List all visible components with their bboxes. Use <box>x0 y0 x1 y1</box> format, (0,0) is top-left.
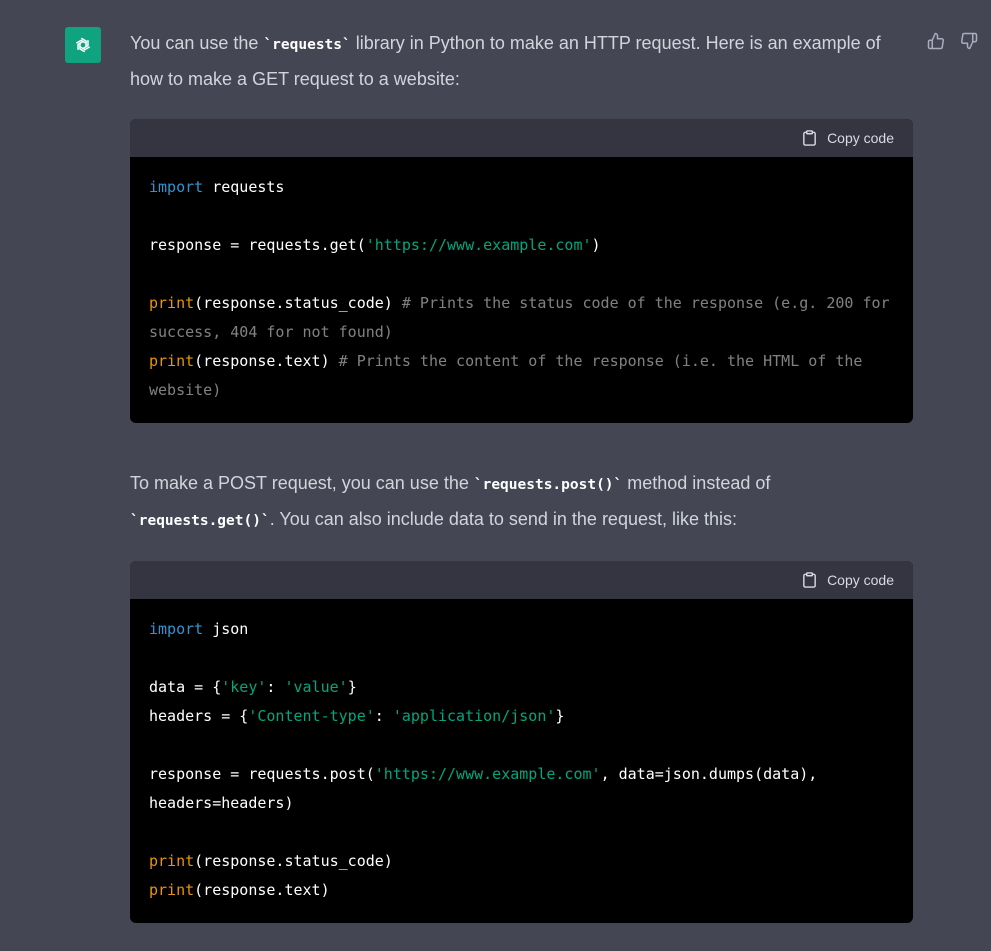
keyword: import <box>149 620 204 638</box>
code-text: response = requests.post( <box>149 765 375 783</box>
code-line: import json <box>149 615 894 644</box>
code-line: print(response.status_code) # Prints the… <box>149 289 894 347</box>
code-block-post: Copy code import json data = {'key': 'val… <box>130 561 913 923</box>
string-literal: 'key' <box>221 678 267 696</box>
code-line: headers = {'Content-type': 'application/… <box>149 702 894 731</box>
code-block-get: Copy code import requests response = requ… <box>130 119 913 423</box>
para2-text-before: To make a POST request, you can use the <box>130 473 474 493</box>
thumbs-down-button[interactable] <box>959 30 979 52</box>
inline-code: `requests` <box>263 37 351 53</box>
inline-code: `requests.post()` <box>473 477 623 493</box>
code-text: requests <box>203 178 285 196</box>
copy-code-label: Copy code <box>827 130 894 146</box>
code-line: data = {'key': 'value'} <box>149 673 894 702</box>
chat-page: You can use the `requests` library in Py… <box>0 0 991 951</box>
openai-logo-icon <box>75 37 91 53</box>
code-text: headers = { <box>149 707 249 725</box>
builtin-function: print <box>149 881 195 899</box>
copy-code-button[interactable]: Copy code <box>801 129 894 147</box>
string-literal: 'application/json' <box>392 707 556 725</box>
feedback-controls <box>926 30 979 52</box>
inline-code: `requests.get()` <box>130 513 270 529</box>
code-line: response = requests.get('https://www.exa… <box>149 231 894 260</box>
string-literal: 'value' <box>284 678 348 696</box>
message-paragraph-1: You can use the `requests` library in Py… <box>130 26 913 96</box>
code-text: (response.status_code) <box>194 294 402 312</box>
code-text: : <box>374 707 393 725</box>
code-text: response = requests.get( <box>149 236 366 254</box>
thumbs-up-button[interactable] <box>926 30 946 52</box>
copy-code-button[interactable]: Copy code <box>801 571 894 589</box>
code-text: data = { <box>149 678 222 696</box>
code-text: json <box>203 620 249 638</box>
builtin-function: print <box>149 294 195 312</box>
code-block-header: Copy code <box>130 119 913 157</box>
message-paragraph-2: To make a POST request, you can use the … <box>130 466 913 538</box>
builtin-function: print <box>149 852 195 870</box>
clipboard-icon <box>803 572 816 588</box>
code-text: : <box>266 678 285 696</box>
code-line: print(response.text) # Prints the conten… <box>149 347 894 405</box>
code-text: (response.text) <box>194 352 339 370</box>
para1-text-before: You can use the <box>130 33 264 53</box>
builtin-function: print <box>149 352 195 370</box>
code-content: import requests response = requests.get('… <box>130 157 913 423</box>
string-literal: 'Content-type' <box>248 707 375 725</box>
code-text: ) <box>591 236 601 254</box>
copy-code-label: Copy code <box>827 572 894 588</box>
assistant-avatar <box>65 27 101 63</box>
assistant-message: You can use the `requests` library in Py… <box>130 26 913 923</box>
string-literal: 'https://www.example.com' <box>365 236 592 254</box>
code-text: (response.text) <box>194 881 330 899</box>
keyword: import <box>149 178 204 196</box>
thumbs-up-icon <box>927 32 944 50</box>
code-text: } <box>555 707 565 725</box>
string-literal: 'https://www.example.com' <box>374 765 601 783</box>
thumbs-down-icon <box>961 32 978 50</box>
code-line: print(response.status_code) <box>149 847 894 876</box>
code-line: import requests <box>149 173 894 202</box>
code-line: response = requests.post('https://www.ex… <box>149 760 894 818</box>
code-block-header: Copy code <box>130 561 913 599</box>
para2-text-after: . You can also include data to send in t… <box>269 509 738 529</box>
code-content: import json data = {'key': 'value'} header… <box>130 599 913 923</box>
clipboard-icon <box>803 130 816 146</box>
code-text: (response.status_code) <box>194 852 393 870</box>
para2-text-middle: method instead of <box>622 473 771 493</box>
code-line: print(response.text) <box>149 876 894 905</box>
code-text: } <box>347 678 357 696</box>
